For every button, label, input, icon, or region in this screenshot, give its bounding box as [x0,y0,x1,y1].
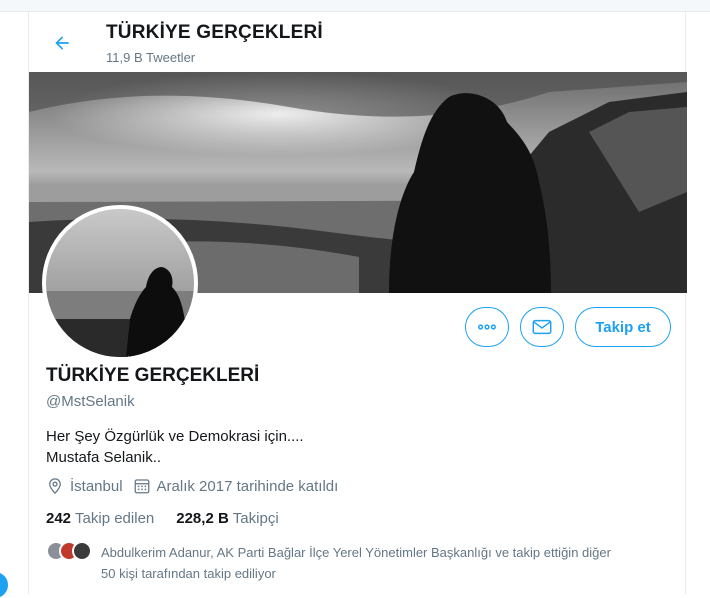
followers-you-know-text: Abdulkerim Adanur, AK Parti Bağlar İlçe … [101,542,676,584]
header-title: TÜRKİYE GERÇEKLERİ [106,22,323,43]
follower-avatars [46,541,92,561]
profile-actions: Takip et [29,307,687,347]
browser-top-strip [0,0,710,12]
location-pin-icon [49,478,61,495]
profile-header: TÜRKİYE GERÇEKLERİ 11,9 B Tweetler [29,12,687,72]
profile-bio: Her Şey Özgürlük ve Demokrasi için.... M… [46,426,646,468]
profile-name: TÜRKİYE GERÇEKLERİ [46,365,260,386]
followers-label: Takipçi [232,510,279,527]
following-label: Takip edilen [75,510,155,527]
profile-column: TÜRKİYE GERÇEKLERİ 11,9 B Tweetler Takip… [28,12,687,594]
tweet-count: 11,9 B Tweetler [106,50,196,65]
location-item: İstanbul [46,477,123,495]
message-button[interactable] [520,307,564,347]
envelope-icon [532,319,552,335]
followers-you-know-line-2: 50 kişi tarafından takip ediliyor [101,566,276,581]
profile-handle: @MstSelanik [46,393,135,410]
profile-meta: İstanbul Aralık 2017 tarihinde katıldı [46,476,348,496]
followers-link[interactable]: 228,2 B Takipçi [176,510,278,527]
following-count: 242 [46,510,72,527]
floating-action-button[interactable] [0,572,8,598]
more-icon [478,324,496,330]
bio-line-1: Her Şey Özgürlük ve Demokrasi için.... [46,428,304,445]
profile-stats: 242 Takip edilen 228,2 B Takipçi [46,510,301,527]
followers-you-know-line-1: Abdulkerim Adanur, AK Parti Bağlar İlçe … [101,545,611,560]
following-link[interactable]: 242 Takip edilen [46,510,154,527]
arrow-left-icon [55,36,69,50]
joined-text: Aralık 2017 tarihinde katıldı [156,477,339,495]
follow-button[interactable]: Takip et [575,307,671,347]
bio-line-2: Mustafa Selanik.. [46,449,162,466]
joined-item: Aralık 2017 tarihinde katıldı [133,477,339,495]
followers-count: 228,2 B [176,510,229,527]
more-button[interactable] [465,307,509,347]
back-button[interactable] [45,26,79,60]
avatar [72,541,92,561]
location-text: İstanbul [70,477,123,495]
calendar-icon [134,479,149,494]
